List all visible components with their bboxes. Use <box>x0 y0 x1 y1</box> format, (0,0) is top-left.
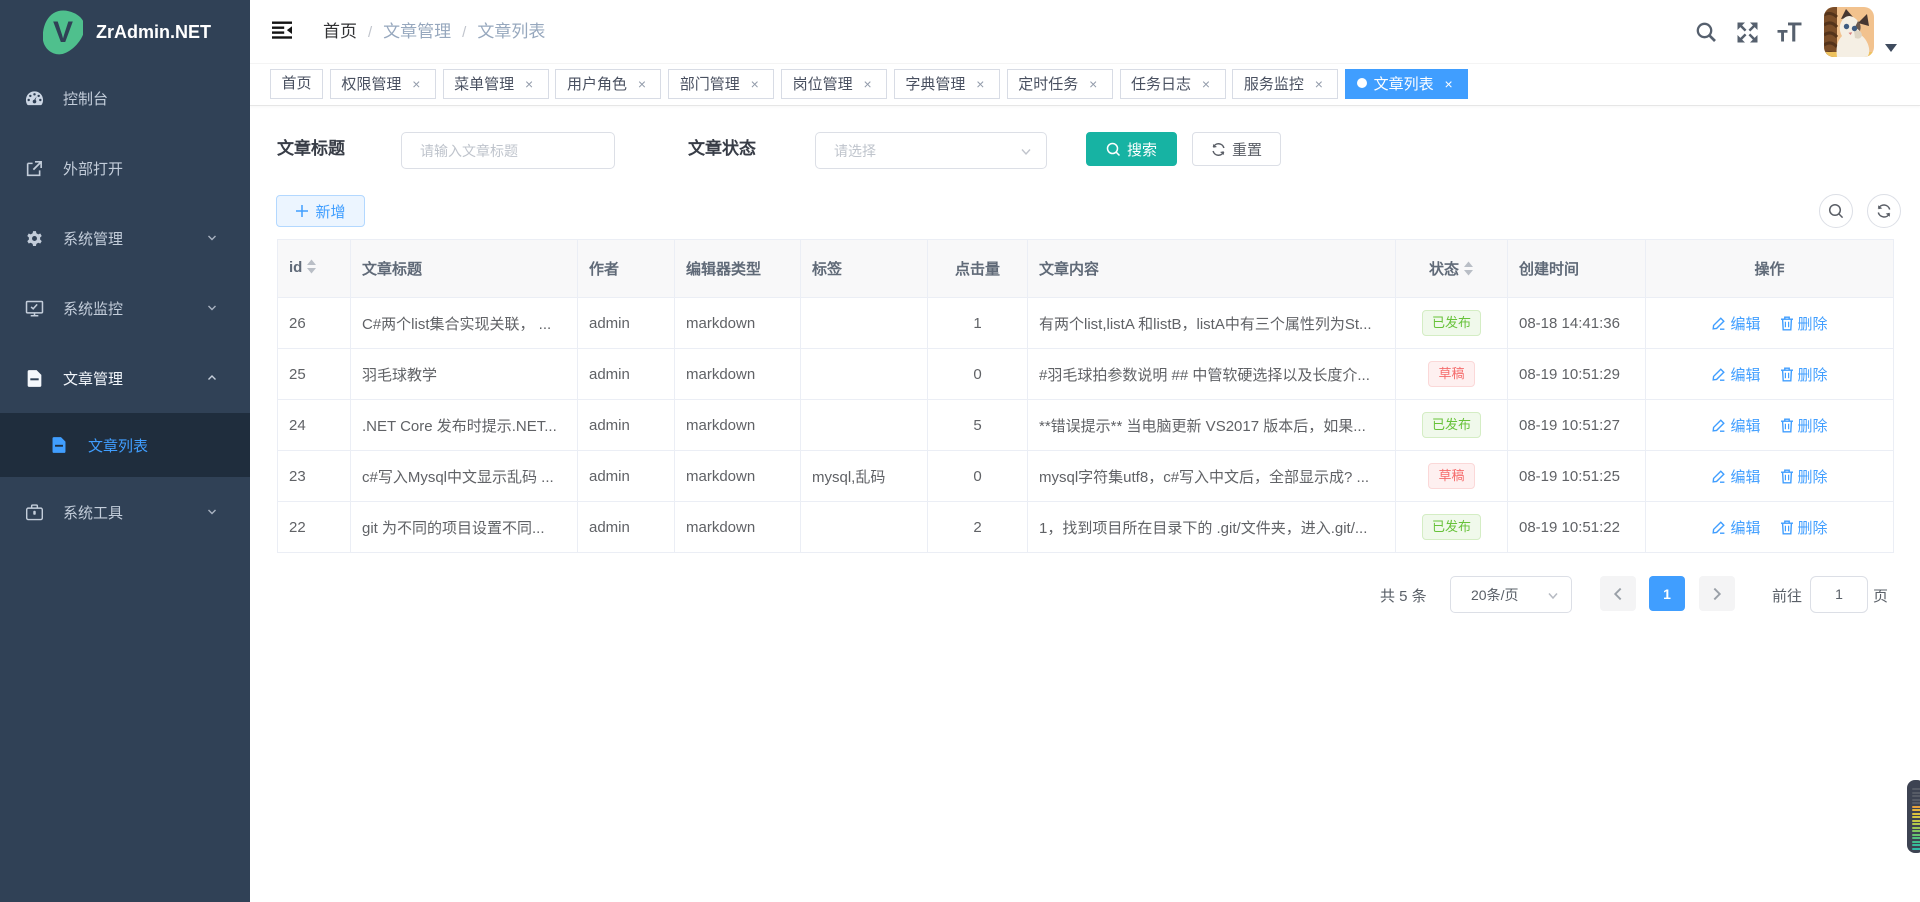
svg-text:V: V <box>53 16 73 49</box>
